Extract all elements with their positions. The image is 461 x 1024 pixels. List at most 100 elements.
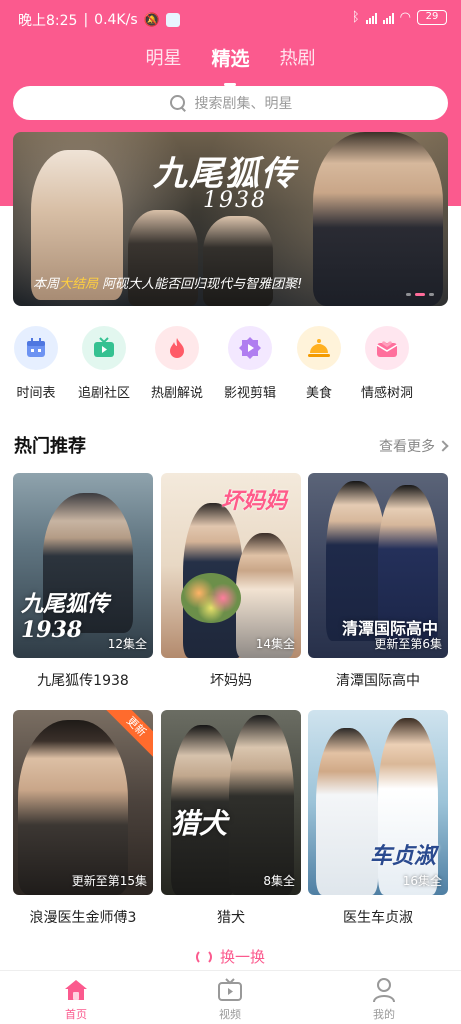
see-more-link[interactable]: 查看更多 [379, 436, 449, 456]
show-poster: 坏妈妈 14集全 [161, 473, 301, 658]
show-poster: 清潭国际高中 更新至第6集 [308, 473, 448, 658]
poster-title-art: 九尾狐传 1938 [21, 591, 110, 643]
banner-caption: 本周大结局 阿砚大人能否回归现代与智雅团聚! [33, 273, 302, 292]
banner-caption-highlight: 大结局 [59, 277, 99, 292]
category-icon-bg [228, 326, 272, 370]
show-poster: 猎犬 8集全 [161, 710, 301, 895]
status-separator: | [83, 12, 89, 28]
show-title: 浪漫医生金师傅3 [29, 910, 137, 926]
section-title: 热门推荐 [14, 436, 86, 457]
mute-bell-icon: 🔕 [143, 12, 160, 28]
pager-dot [406, 293, 411, 296]
episode-count: 16集全 [402, 874, 442, 888]
poster-title-art: 车贞淑 [370, 843, 437, 869]
poster-figure [18, 720, 128, 895]
nav-video[interactable]: 视频 [200, 977, 260, 1022]
episode-count: 更新至第6集 [374, 637, 442, 651]
battery-icon: 29 [417, 10, 447, 25]
status-bar: 晚上8:25 | 0.4K/s 🔕 ᛒ ◠ 29 [0, 0, 461, 38]
category-community[interactable]: 追剧社区 [68, 326, 140, 401]
category-icon-bg [155, 326, 199, 370]
show-title: 猎犬 [217, 910, 245, 926]
show-poster: 车贞淑 16集全 [308, 710, 448, 895]
signal-icon-2 [382, 12, 394, 24]
nav-label: 视频 [219, 1008, 241, 1021]
play-badge-icon [239, 337, 261, 359]
calendar-icon [27, 338, 45, 357]
banner-figure-man-3 [313, 132, 443, 306]
show-card[interactable]: 更新 更新至第15集 浪漫医生金师傅3 [13, 710, 153, 927]
network-speed: 0.4K/s [94, 12, 138, 28]
category-icon-bg [365, 326, 409, 370]
category-icon-bg [14, 326, 58, 370]
episode-count: 更新至第15集 [71, 874, 147, 888]
poster-bouquet [181, 573, 241, 623]
food-cloche-icon [308, 339, 330, 357]
banner-year: 1938 [203, 188, 267, 213]
tab-featured[interactable]: 精选 [211, 44, 250, 86]
wifi-icon: ◠ [399, 10, 411, 25]
search-placeholder: 搜索剧集、明星 [194, 96, 293, 112]
category-label: 热剧解说 [150, 386, 203, 401]
category-label: 美食 [305, 386, 332, 401]
refresh-label: 换一换 [219, 948, 265, 966]
banner-pager [406, 293, 434, 296]
category-clips[interactable]: 影视剪辑 [214, 326, 286, 401]
status-time: 晚上8:25 [18, 13, 78, 29]
category-food[interactable]: 美食 [283, 326, 355, 401]
see-more-label: 查看更多 [379, 439, 435, 455]
refresh-button[interactable]: 换一换 [0, 946, 461, 967]
tv-icon [94, 337, 114, 357]
category-icon-bg [297, 326, 341, 370]
show-poster: 更新 更新至第15集 [13, 710, 153, 895]
pager-dot-active [415, 293, 425, 296]
nav-profile[interactable]: 我的 [354, 977, 414, 1022]
nav-label: 我的 [373, 1008, 395, 1021]
category-label: 追剧社区 [77, 386, 130, 401]
app-notification-icon [165, 13, 180, 27]
top-tabs: 明星 精选 热剧 [0, 44, 461, 86]
flame-icon [170, 338, 184, 358]
show-card[interactable]: 九尾狐传 1938 12集全 九尾狐传1938 [13, 473, 153, 690]
banner-figure-man-2 [203, 216, 273, 306]
category-icon-bg [82, 326, 126, 370]
search-bar[interactable]: 搜索剧集、明星 [13, 86, 448, 120]
episode-count: 14集全 [255, 637, 295, 651]
category-emotion-hole[interactable]: 情感树洞 [351, 326, 423, 401]
category-label: 影视剪辑 [223, 386, 276, 401]
show-title: 九尾狐传1938 [37, 673, 129, 689]
nav-label: 首页 [65, 1008, 87, 1021]
category-label: 时间表 [16, 386, 56, 401]
home-icon [65, 980, 87, 1000]
poster-figure [229, 715, 294, 895]
poster-figure [316, 728, 378, 895]
show-poster: 九尾狐传 1938 12集全 [13, 473, 153, 658]
poster-title-art: 猎犬 [171, 807, 228, 840]
show-card[interactable]: 坏妈妈 14集全 坏妈妈 [161, 473, 301, 690]
category-schedule[interactable]: 时间表 [0, 326, 72, 401]
show-card[interactable]: 猎犬 8集全 猎犬 [161, 710, 301, 927]
hero-banner[interactable]: 九尾狐传 1938 本周大结局 阿砚大人能否回归现代与智雅团聚! [13, 132, 448, 306]
episode-count: 8集全 [263, 874, 295, 888]
video-tv-icon [218, 978, 242, 1001]
banner-caption-rest: 阿砚大人能否回归现代与智雅团聚! [98, 277, 303, 292]
nav-home[interactable]: 首页 [46, 977, 106, 1022]
heart-mail-icon [376, 341, 398, 357]
show-card[interactable]: 车贞淑 16集全 医生车贞淑 [308, 710, 448, 927]
show-title: 清潭国际高中 [336, 673, 420, 689]
tab-hot-dramas[interactable]: 热剧 [280, 44, 316, 78]
bluetooth-icon: ᛒ [351, 10, 360, 25]
show-card[interactable]: 清潭国际高中 更新至第6集 清潭国际高中 [308, 473, 448, 690]
banner-caption-prefix: 本周 [33, 277, 60, 292]
user-icon [373, 978, 395, 1003]
category-drama-commentary[interactable]: 热剧解说 [141, 326, 213, 401]
refresh-icon [195, 948, 212, 965]
signal-icon-1 [365, 12, 377, 24]
show-title: 坏妈妈 [210, 673, 252, 689]
poster-title-art: 坏妈妈 [221, 488, 288, 514]
category-label: 情感树洞 [360, 386, 413, 401]
show-title: 医生车贞淑 [343, 910, 413, 926]
episode-count: 12集全 [107, 637, 147, 651]
bottom-nav: 首页 视频 我的 [0, 970, 461, 1024]
tab-stars[interactable]: 明星 [145, 44, 181, 78]
